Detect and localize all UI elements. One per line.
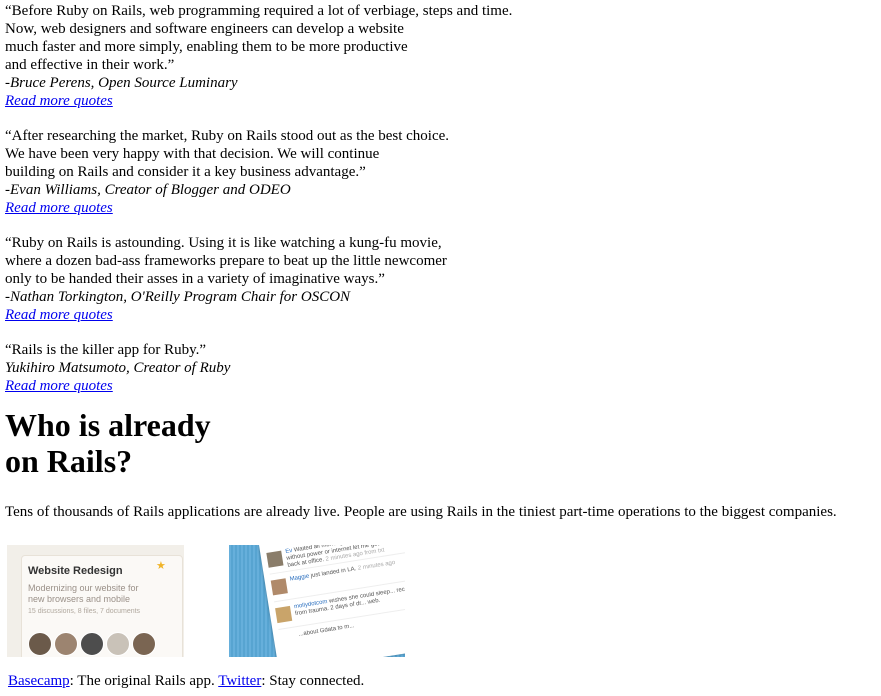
basecamp-screenshot[interactable]: Website Redesign ★ Modernizing our websi… bbox=[7, 545, 184, 657]
avatar bbox=[80, 632, 104, 656]
quote-text: “Before Ruby on Rails, web programming r… bbox=[5, 3, 513, 73]
avatar bbox=[270, 578, 288, 596]
twitter-caption-text: : Stay connected. bbox=[261, 673, 365, 689]
tweet-user: Maggie bbox=[289, 573, 310, 583]
quote-block: “After researching the market, Ruby on R… bbox=[5, 127, 875, 217]
avatar bbox=[106, 632, 130, 656]
basecamp-caption-text: : The original Rails app. bbox=[69, 673, 219, 689]
star-icon: ★ bbox=[156, 560, 166, 572]
quote-text: “After researching the market, Ruby on R… bbox=[5, 128, 450, 180]
section-intro: Tens of thousands of Rails applications … bbox=[5, 504, 837, 520]
basecamp-project-card: Website Redesign ★ Modernizing our websi… bbox=[21, 555, 183, 657]
read-more-quotes-link[interactable]: Read more quotes bbox=[5, 378, 113, 394]
quote-author: -Nathan Torkington, O'Reilly Program Cha… bbox=[5, 289, 351, 305]
screenshots-caption: Basecamp: The original Rails app. Twitte… bbox=[8, 672, 364, 690]
quote-block: “Ruby on Rails is astounding. Using it i… bbox=[5, 234, 875, 324]
screenshots-row: Website Redesign ★ Modernizing our websi… bbox=[7, 545, 427, 657]
page-content: “Before Ruby on Rails, web programming r… bbox=[5, 2, 875, 521]
avatar bbox=[275, 605, 293, 624]
quote-author: -Evan Williams, Creator of Blogger and O… bbox=[5, 182, 291, 198]
quote-author: Yukihiro Matsumoto, Creator of Ruby bbox=[5, 360, 231, 376]
twitter-timeline-panel: Ev Waited all morning for PG&E, who did.… bbox=[259, 545, 405, 657]
avatar bbox=[266, 550, 284, 568]
quote-block: “Rails is the killer app for Ruby.” Yuki… bbox=[5, 341, 875, 395]
read-more-quotes-link[interactable]: Read more quotes bbox=[5, 200, 113, 216]
avatar bbox=[54, 632, 78, 656]
quote-text: “Ruby on Rails is astounding. Using it i… bbox=[5, 235, 447, 287]
twitter-screenshot[interactable]: Ev Waited all morning for PG&E, who did.… bbox=[229, 545, 405, 657]
avatar bbox=[28, 632, 52, 656]
quote-author: -Bruce Perens, Open Source Luminary bbox=[5, 75, 238, 91]
basecamp-project-description: Modernizing our website for new browsers… bbox=[28, 583, 139, 604]
read-more-quotes-link[interactable]: Read more quotes bbox=[5, 93, 113, 109]
read-more-quotes-link[interactable]: Read more quotes bbox=[5, 307, 113, 323]
quote-text: “Rails is the killer app for Ruby.” bbox=[5, 342, 207, 358]
avatar bbox=[132, 632, 156, 656]
basecamp-link[interactable]: Basecamp bbox=[8, 673, 70, 689]
section-heading: Who is already on Rails? bbox=[5, 407, 211, 479]
twitter-link[interactable]: Twitter bbox=[218, 673, 261, 689]
basecamp-project-meta: 15 discussions, 8 files, 7 documents bbox=[28, 608, 141, 615]
quote-block: “Before Ruby on Rails, web programming r… bbox=[5, 2, 875, 110]
basecamp-project-title: Website Redesign bbox=[28, 565, 123, 577]
avatar-row bbox=[28, 632, 156, 656]
